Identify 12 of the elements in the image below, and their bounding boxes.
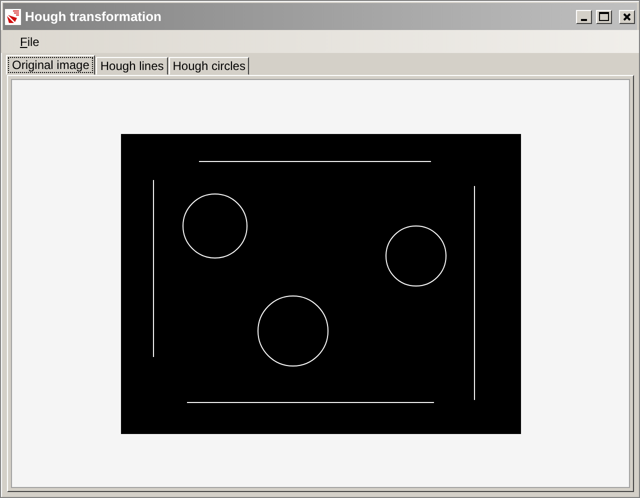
app-icon [5, 8, 21, 24]
tab[interactable]: Hough circles [168, 57, 250, 75]
tab[interactable]: Hough lines [96, 57, 168, 75]
tab[interactable]: Original image [6, 55, 96, 75]
close-button[interactable] [619, 10, 635, 24]
minimize-button[interactable] [576, 10, 592, 24]
maximize-icon [599, 12, 609, 21]
close-icon [623, 12, 631, 20]
minimize-icon [581, 18, 587, 20]
maximize-button[interactable] [596, 10, 612, 24]
window-title: Hough transformation [25, 8, 162, 24]
menu-item[interactable]: File [13, 32, 46, 50]
